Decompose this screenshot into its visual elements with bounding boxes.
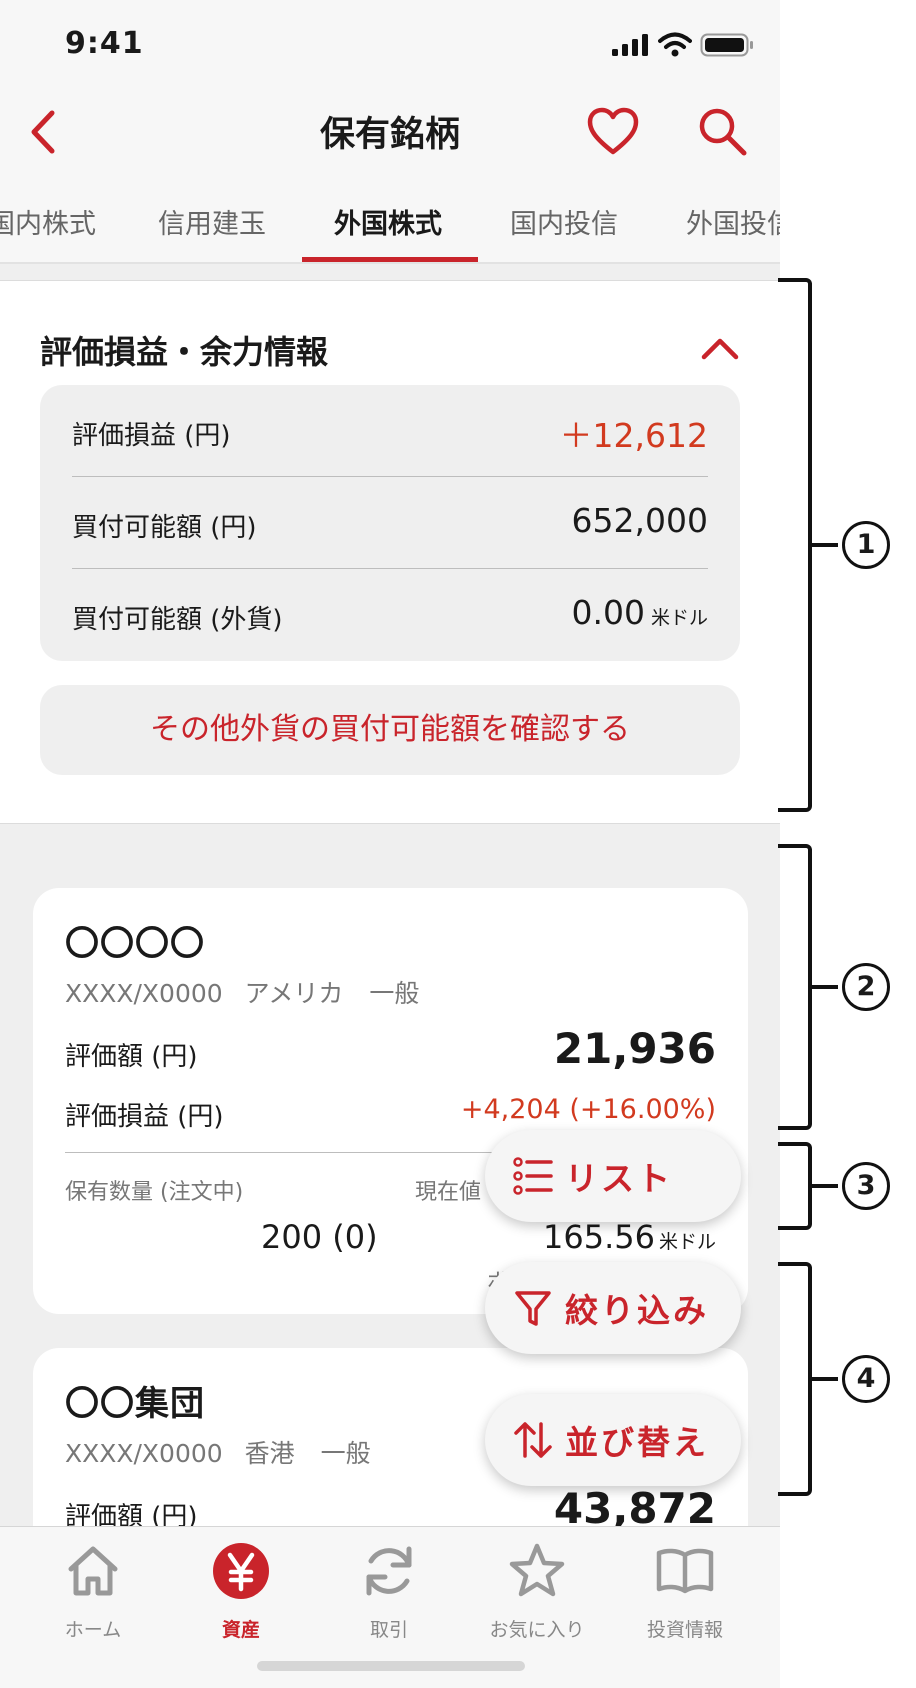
currency-unit: 米ドル: [650, 607, 708, 629]
summary-row-buying-power-jpy: 買付可能額 (円) 652,000: [72, 477, 708, 569]
tab-foreign-stocks[interactable]: 外国株式: [334, 202, 442, 241]
bottom-tab-home[interactable]: ホーム: [19, 1527, 167, 1657]
tab-foreign-funds[interactable]: 外国投信: [686, 202, 780, 241]
summary-row-value: 652,000: [571, 501, 708, 540]
active-tab-indicator: [302, 257, 478, 262]
summary-title: 評価損益・余力情報: [40, 333, 329, 371]
holding-market: 香港: [244, 1439, 295, 1468]
valuation-value: 21,936: [553, 1024, 716, 1073]
bottom-tab-trade[interactable]: 取引: [315, 1527, 463, 1657]
summary-row-label: 買付可能額 (円): [72, 513, 257, 543]
summary-row-label: 評価損益 (円): [72, 421, 231, 451]
bottom-tab-label: 投資情報: [646, 1619, 723, 1641]
tab-margin-positions[interactable]: 信用建玉: [158, 202, 266, 241]
bottom-tab-label: ホーム: [64, 1619, 122, 1641]
summary-row-unrealized-pl: 評価損益 (円) ＋12,612: [72, 385, 708, 477]
holding-meta: XXXX/X0000 アメリカ 一般: [65, 974, 419, 1010]
holding-account: 一般: [320, 1439, 371, 1468]
filter-button[interactable]: 絞り込み: [485, 1262, 741, 1354]
bottom-tab-label: お気に入り: [489, 1619, 585, 1641]
favorite-button[interactable]: [585, 104, 641, 160]
annotation-tick: [812, 1377, 838, 1381]
refresh-icon: [366, 1546, 412, 1596]
annotation-bracket: [778, 278, 812, 812]
price-label: 現在値: [415, 1180, 482, 1205]
price-value-wrap: 165.56 米ドル: [543, 1218, 716, 1256]
price-value: 165.56: [543, 1218, 655, 1256]
summary-table: 評価損益 (円) ＋12,612 買付可能額 (円) 652,000 買付可能額…: [40, 385, 740, 661]
list-icon: [513, 1157, 553, 1195]
home-indicator: [257, 1661, 525, 1671]
annotation-bracket: [778, 844, 812, 1130]
valuation-summary-panel: 評価損益・余力情報 評価損益 (円) ＋12,612 買付可能額 (円) 652…: [0, 280, 780, 824]
annotation-number: 1: [842, 521, 890, 569]
summary-row-value: ＋12,612: [559, 416, 708, 455]
quantity-value: 200 (0): [261, 1218, 378, 1256]
holding-account: 一般: [369, 979, 420, 1008]
home-icon: [68, 1546, 118, 1596]
annotation-number: 3: [842, 1162, 890, 1210]
status-bar: 9:41: [0, 0, 780, 90]
bottom-tab-favorites[interactable]: お気に入り: [463, 1527, 611, 1657]
search-button[interactable]: [694, 104, 750, 160]
holding-meta: XXXX/X0000 香港 一般: [65, 1434, 371, 1470]
category-tabs: 国内株式 信用建玉 外国株式 国内投信 外国投信: [0, 176, 780, 264]
filter-icon: [515, 1291, 551, 1326]
holding-code: XXXX/X0000: [65, 1439, 223, 1468]
holding-market: アメリカ: [244, 979, 344, 1008]
status-time: 9:41: [65, 26, 144, 61]
bottom-tab-bar: ホーム 資産 取引 お気に入り 投資情報: [0, 1526, 780, 1688]
yen-icon: [213, 1543, 269, 1599]
annotation-number: 2: [842, 963, 890, 1011]
navigation-bar: 保有銘柄: [0, 90, 780, 176]
phone-screen: 9:41 保有銘柄 国内株式 信用建玉 外国株式 国内投信 外国投 評価損益・余…: [0, 0, 780, 1688]
fab-label: 並び替え: [565, 1423, 709, 1462]
valuation-label: 評価額 (円): [65, 1042, 198, 1072]
tab-domestic-funds[interactable]: 国内投信: [510, 202, 618, 241]
sort-button[interactable]: 並び替え: [485, 1394, 741, 1486]
bottom-tab-label: 資産: [221, 1619, 260, 1641]
fab-label: リスト: [565, 1159, 673, 1198]
holding-card[interactable]: 〇〇〇〇 XXXX/X0000 アメリカ 一般 評価額 (円) 21,936 評…: [33, 888, 748, 1314]
summary-row-label: 買付可能額 (外貨): [72, 605, 283, 635]
summary-row-value: 0.00: [571, 593, 645, 632]
annotation-bracket: [778, 1142, 812, 1230]
annotation-number: 4: [842, 1355, 890, 1403]
holding-name: 〇〇〇〇: [65, 924, 205, 964]
summary-row-value-wrap: 0.00 米ドル: [572, 593, 709, 632]
bottom-tab-assets[interactable]: 資産: [167, 1527, 315, 1657]
collapse-button[interactable]: [696, 325, 744, 373]
annotation-tick: [812, 985, 838, 989]
check-other-currencies-button[interactable]: その他外貨の買付可能額を確認する: [40, 685, 740, 775]
annotation-tick: [812, 543, 838, 547]
battery-icon: [700, 33, 753, 57]
bottom-tab-label: 取引: [369, 1619, 408, 1641]
pl-value: +4,204 (+16.00%): [460, 1094, 716, 1125]
pl-label: 評価損益 (円): [65, 1102, 224, 1132]
book-icon: [656, 1548, 714, 1594]
heart-icon: [587, 107, 639, 155]
tab-domestic-stocks[interactable]: 国内株式: [0, 202, 96, 241]
summary-row-buying-power-foreign: 買付可能額 (外貨) 0.00 米ドル: [72, 569, 708, 661]
wifi-icon: [658, 32, 692, 57]
page-title: 保有銘柄: [319, 115, 460, 155]
star-icon: [509, 1543, 565, 1597]
search-icon: [699, 108, 747, 156]
quantity-label: 保有数量 (注文中): [65, 1180, 244, 1205]
annotation-bracket: [778, 1262, 812, 1496]
bottom-tab-investment-info[interactable]: 投資情報: [611, 1527, 759, 1657]
annotation-tick: [812, 1184, 838, 1188]
signal-icon: [612, 34, 648, 56]
fab-label: 絞り込み: [565, 1291, 709, 1330]
holding-code: XXXX/X0000: [65, 979, 223, 1008]
sort-icon: [514, 1422, 552, 1458]
chevron-up-icon: [701, 338, 739, 360]
list-view-button[interactable]: リスト: [485, 1130, 741, 1222]
price-unit: 米ドル: [658, 1231, 716, 1253]
holding-name: 〇〇集団: [65, 1384, 205, 1424]
